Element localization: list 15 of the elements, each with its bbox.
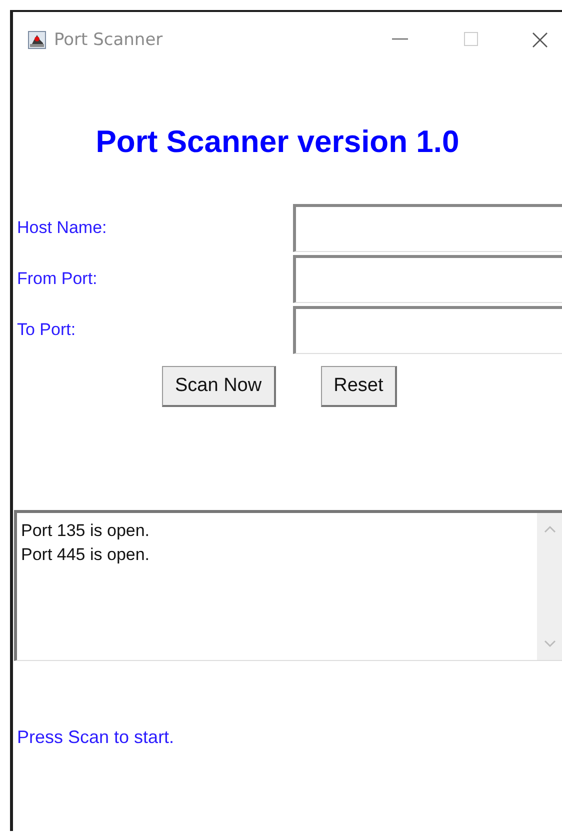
app-icon <box>28 31 46 49</box>
output-line: Port 445 is open. <box>21 544 151 566</box>
input-field[interactable] <box>293 255 562 303</box>
window-title: Port Scanner <box>54 30 163 50</box>
field-label: From Port: <box>16 269 98 289</box>
scan-button[interactable]: Scan Now <box>162 366 276 407</box>
output-line: Port 135 is open. <box>21 520 151 542</box>
app-heading: Port Scanner version 1.0 <box>94 124 460 161</box>
input-field[interactable] <box>293 204 562 252</box>
close-button[interactable] <box>530 32 550 48</box>
field-label: Host Name: <box>16 218 108 238</box>
field-label: To Port: <box>16 320 77 340</box>
status-text: Press Scan to start. <box>16 727 176 748</box>
input-field[interactable] <box>293 306 562 354</box>
reset-button[interactable]: Reset <box>320 366 398 407</box>
